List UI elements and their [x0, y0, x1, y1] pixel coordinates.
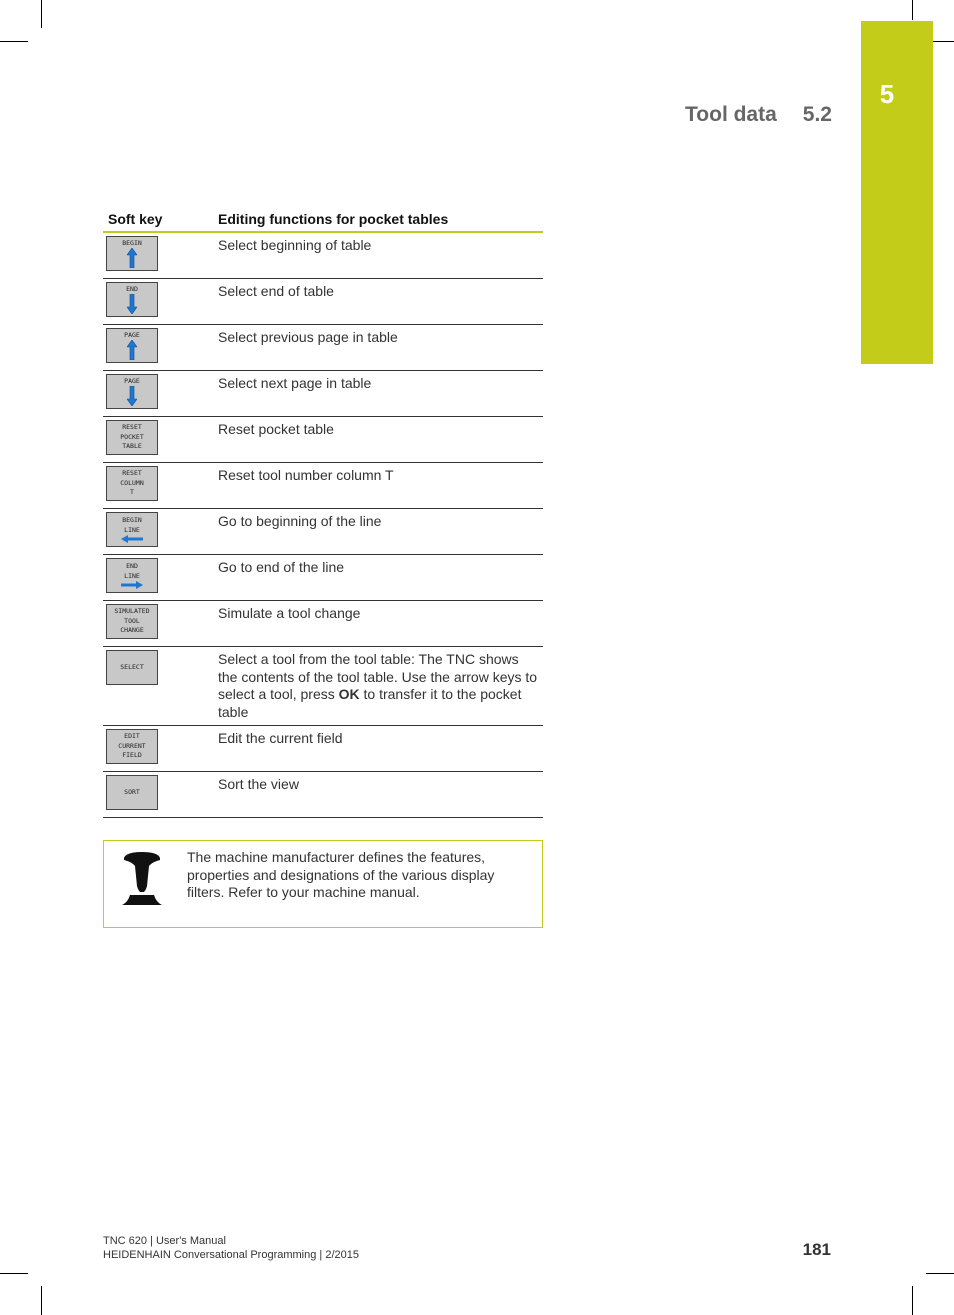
arrow-down-icon [127, 294, 137, 315]
softkey-select[interactable]: SELECT [106, 650, 158, 685]
table-row: SIMULATED TOOL CHANGE Simulate a tool cha… [103, 600, 543, 647]
softkey-cell: SELECT [103, 646, 206, 726]
function-description: Select previous page in table [206, 324, 543, 371]
softkey-sort[interactable]: SORT [106, 775, 158, 810]
softkey-table: Soft key Editing functions for pocket ta… [103, 208, 543, 818]
machine-manufacturer-icon [122, 852, 162, 905]
function-description: Select end of table [206, 278, 543, 325]
function-description: Go to end of the line [206, 554, 543, 601]
column-header-softkey: Soft key [103, 208, 206, 233]
softkey-label: SIMULATED TOOL CHANGE [114, 607, 150, 635]
softkey-end[interactable]: END [106, 282, 158, 317]
arrow-left-icon [121, 535, 143, 543]
softkey-cell: END [103, 278, 206, 325]
softkey-label: SELECT [120, 662, 144, 671]
page-number: 181 [802, 1240, 831, 1259]
crop-mark [933, 41, 954, 42]
softkey-label: END LINE [124, 562, 140, 580]
table-row: RESET POCKET TABLE Reset pocket table [103, 416, 543, 463]
table-row: SELECT Select a tool from the tool table:… [103, 646, 543, 726]
softkey-page[interactable]: PAGE [106, 328, 158, 363]
table-row: RESET COLUMN T Reset tool number column T [103, 462, 543, 509]
softkey-reset-pocket-table[interactable]: RESET POCKET TABLE [106, 420, 158, 455]
softkey-edit-current-field[interactable]: EDIT CURRENT FIELD [106, 729, 158, 764]
softkey-label: RESET COLUMN T [120, 469, 144, 497]
softkey-label: PAGE [124, 376, 140, 385]
softkey-simulated-tool-change[interactable]: SIMULATED TOOL CHANGE [106, 604, 158, 639]
softkey-label: PAGE [124, 330, 140, 339]
note-text: The machine manufacturer defines the fea… [187, 849, 495, 900]
table-header-row: Soft key Editing functions for pocket ta… [103, 208, 543, 233]
crop-mark [41, 0, 42, 28]
softkey-begin[interactable]: BEGIN [106, 236, 158, 271]
softkey-cell: EDIT CURRENT FIELD [103, 725, 206, 772]
softkey-page[interactable]: PAGE [106, 374, 158, 409]
chapter-number: 5 [879, 79, 895, 109]
running-title: Tool data [685, 103, 777, 126]
function-description: Select a tool from the tool table: The T… [206, 646, 543, 726]
table-row: PAGE Select previous page in table [103, 324, 543, 371]
arrow-down-icon [127, 386, 137, 407]
function-description: Simulate a tool change [206, 600, 543, 647]
function-description: Edit the current field [206, 725, 543, 772]
softkey-cell: RESET COLUMN T [103, 462, 206, 509]
softkey-cell: END LINE [103, 554, 206, 601]
softkey-cell: BEGIN LINE [103, 508, 206, 555]
crop-mark [926, 1273, 954, 1274]
note-box: The machine manufacturer defines the fea… [103, 840, 543, 928]
softkey-cell: RESET POCKET TABLE [103, 416, 206, 463]
chapter-tab: 5 [861, 21, 933, 364]
softkey-label: EDIT CURRENT FIELD [118, 732, 146, 760]
table-row: BEGIN LINE Go to beginning of the line [103, 508, 543, 555]
table-row: PAGE Select next page in table [103, 370, 543, 417]
table-row: BEGIN Select beginning of table [103, 232, 543, 279]
softkey-cell: PAGE [103, 370, 206, 417]
softkey-end-line[interactable]: END LINE [106, 558, 158, 593]
section-number: 5.2 [802, 103, 832, 126]
softkey-label: RESET POCKET TABLE [120, 423, 144, 451]
table-row: END LINE Go to end of the line [103, 554, 543, 601]
softkey-cell: BEGIN [103, 232, 206, 279]
softkey-label: BEGIN LINE [122, 516, 142, 534]
table-row: SORT Sort the view [103, 771, 543, 818]
ok-key-label: OK [338, 686, 360, 702]
table-row: END Select end of table [103, 278, 543, 325]
softkey-reset-column-t[interactable]: RESET COLUMN T [106, 466, 158, 501]
arrow-up-icon [127, 248, 137, 269]
crop-mark [912, 0, 913, 20]
softkey-cell: SIMULATED TOOL CHANGE [103, 600, 206, 647]
function-description: Sort the view [206, 771, 543, 818]
softkey-cell: PAGE [103, 324, 206, 371]
table-row: EDIT CURRENT FIELD Edit the current field [103, 725, 543, 772]
arrow-up-icon [127, 340, 137, 361]
footer-line-2: HEIDENHAIN Conversational Programming | … [103, 1249, 359, 1261]
footer-info: TNC 620 | User's Manual HEIDENHAIN Conve… [103, 1234, 359, 1262]
function-description: Select next page in table [206, 370, 543, 417]
softkey-label: SORT [124, 787, 140, 796]
function-description: Select beginning of table [206, 232, 543, 279]
function-description: Reset pocket table [206, 416, 543, 463]
arrow-right-icon [121, 581, 143, 589]
column-header-function: Editing functions for pocket tables [206, 208, 543, 233]
crop-mark [0, 1273, 28, 1274]
softkey-label: BEGIN [122, 238, 142, 247]
function-description: Go to beginning of the line [206, 508, 543, 555]
crop-mark [41, 1286, 42, 1315]
function-description: Reset tool number column T [206, 462, 543, 509]
softkey-label: END [126, 284, 138, 293]
crop-mark [0, 41, 28, 42]
crop-mark [912, 1286, 913, 1315]
softkey-begin-line[interactable]: BEGIN LINE [106, 512, 158, 547]
softkey-cell: SORT [103, 771, 206, 818]
footer-line-1: TNC 620 | User's Manual [103, 1235, 226, 1247]
running-head: Tool data 5.2 [685, 103, 832, 127]
